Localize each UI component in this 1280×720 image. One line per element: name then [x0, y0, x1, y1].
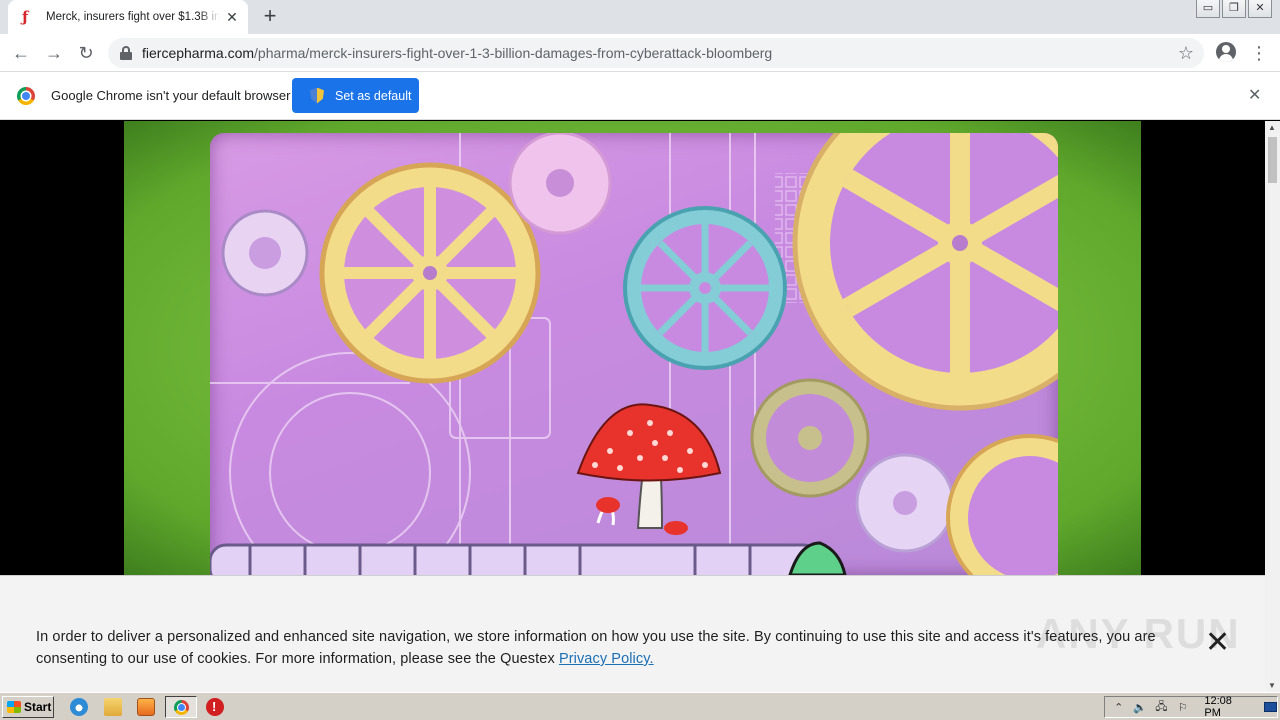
address-bar[interactable]: fiercepharma.com/pharma/merck-insurers-f…: [108, 38, 1204, 68]
minimize-button[interactable]: ▭: [1196, 0, 1220, 18]
mushroom: [576, 403, 722, 535]
show-desktop-icon[interactable]: [1263, 702, 1278, 712]
lock-icon[interactable]: [120, 46, 132, 60]
stop-warning-icon[interactable]: [206, 698, 224, 716]
video-frame[interactable]: [124, 121, 1141, 575]
infobar-message: Google Chrome isn't your default browser: [51, 88, 291, 103]
cookie-consent-banner: ANY RUN In order to deliver a personaliz…: [0, 575, 1265, 692]
fiercepharma-favicon-icon: ƒ: [22, 8, 29, 26]
new-tab-button[interactable]: +: [258, 5, 282, 29]
cartoon-gears-illustration: [210, 133, 1058, 575]
forward-button[interactable]: →: [43, 42, 65, 64]
url-domain: fiercepharma.com: [142, 45, 255, 61]
chrome-taskbar-icon: [174, 700, 189, 715]
start-label: Start: [24, 700, 52, 714]
network-icon[interactable]: 🖧: [1154, 698, 1169, 717]
set-as-default-label: Set as default: [335, 88, 412, 103]
set-as-default-button[interactable]: Set as default: [292, 78, 419, 113]
profile-avatar-icon[interactable]: [1216, 42, 1236, 62]
show-hidden-icons-icon[interactable]: ⌃: [1111, 701, 1126, 714]
scroll-down-arrow-icon[interactable]: ▼: [1268, 681, 1276, 690]
page-scrollbar[interactable]: ▲ ▼: [1265, 121, 1280, 692]
bookmark-star-icon[interactable]: ☆: [1178, 43, 1194, 63]
volume-icon[interactable]: 🔈: [1132, 701, 1147, 714]
tab-title: Merck, insurers fight over $1.3B in d: [46, 11, 220, 23]
chrome-logo-icon: [17, 87, 35, 105]
url-path: /pharma/merck-insurers-fight-over-1-3-bi…: [254, 45, 773, 61]
clock[interactable]: 12:08 PM: [1204, 695, 1249, 719]
gears-mushroom-scene: [210, 133, 1058, 575]
chrome-taskbar-button[interactable]: [165, 696, 197, 718]
privacy-policy-link[interactable]: Privacy Policy.: [559, 651, 654, 667]
infobar-close-icon[interactable]: ✕: [1248, 88, 1261, 104]
file-explorer-icon[interactable]: [104, 698, 122, 716]
restore-button[interactable]: ❐: [1222, 0, 1246, 18]
close-window-button[interactable]: ✕: [1248, 0, 1272, 18]
scroll-up-arrow-icon[interactable]: ▲: [1268, 123, 1276, 132]
reload-button[interactable]: ↻: [75, 42, 97, 64]
windows-logo-icon: [7, 701, 21, 713]
cookie-close-icon[interactable]: ✕: [1205, 628, 1230, 658]
browser-toolbar: ← → ↻ fiercepharma.com/pharma/merck-insu…: [0, 34, 1280, 72]
action-center-flag-icon[interactable]: ⚐: [1175, 701, 1190, 714]
internet-explorer-icon[interactable]: [70, 698, 88, 716]
system-tray: ⌃ 🔈 🖧 ⚐ 12:08 PM: [1104, 695, 1278, 719]
chrome-menu-icon[interactable]: ⋮: [1250, 42, 1268, 64]
browser-tab[interactable]: ƒ Merck, insurers fight over $1.3B in d …: [8, 0, 248, 34]
default-browser-infobar: Google Chrome isn't your default browser…: [0, 72, 1280, 120]
shield-icon: [310, 87, 324, 104]
scroll-thumb[interactable]: [1268, 137, 1277, 183]
url-text: fiercepharma.com/pharma/merck-insurers-f…: [142, 45, 772, 61]
back-button[interactable]: ←: [10, 42, 32, 64]
windows-taskbar: Start ⌃ 🔈 🖧 ⚐ 12:08 PM: [0, 692, 1280, 720]
media-player-icon[interactable]: [137, 698, 155, 716]
window-controls: ▭ ❐ ✕: [1196, 0, 1272, 18]
tab-close-icon[interactable]: ✕: [224, 9, 240, 25]
pipes: [210, 541, 847, 575]
cookie-message: In order to deliver a personalized and e…: [36, 626, 1186, 670]
tab-strip: ƒ Merck, insurers fight over $1.3B in d …: [0, 0, 1280, 34]
start-button[interactable]: Start: [2, 696, 54, 718]
page-content: [0, 121, 1265, 575]
